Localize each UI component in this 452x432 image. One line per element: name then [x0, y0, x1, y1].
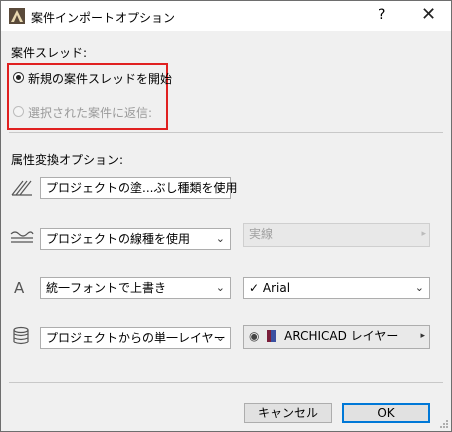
close-button[interactable]: ✕	[421, 4, 436, 25]
layer-mode-select[interactable]: プロジェクトからの単一レイヤー ⌄	[40, 327, 231, 349]
archicad-app-icon	[9, 8, 25, 24]
arrow-right-icon: ▸	[420, 331, 425, 341]
chevron-down-icon: ⌄	[414, 281, 424, 294]
eye-icon: ◉	[249, 329, 260, 343]
chevron-down-icon: ⌄	[215, 331, 225, 344]
layer-value: ARCHICAD レイヤー	[284, 329, 399, 343]
fill-type-select[interactable]: プロジェクトの塗...ぶし種類を使用 ⌄	[40, 177, 237, 199]
font-icon: A	[14, 279, 25, 297]
font-value: Arial	[262, 281, 291, 295]
chevron-down-icon: ⌄	[215, 281, 225, 294]
conversion-heading: 属性変換オプション:	[11, 153, 124, 167]
thread-heading: 案件スレッド:	[11, 46, 88, 60]
new-thread-label[interactable]: 新規の案件スレッドを開始	[28, 70, 172, 87]
new-thread-radio[interactable]	[13, 72, 24, 83]
arrow-right-icon: ▸	[421, 229, 426, 239]
dialog-title: 案件インポートオプション	[31, 11, 176, 25]
layers-icon	[13, 326, 29, 345]
font-select[interactable]: ✓ Arial ⌄	[243, 277, 430, 299]
font-mode-select[interactable]: 統一フォントで上書き ⌄	[40, 277, 231, 299]
line-style-select: 実線 ▸	[243, 223, 430, 247]
chevron-down-icon: ⌄	[215, 232, 225, 245]
reply-thread-label: 選択された案件に返信:	[28, 106, 153, 120]
cancel-button[interactable]: キャンセル	[244, 403, 332, 423]
resize-grip-icon[interactable]	[439, 419, 449, 429]
help-button[interactable]: ?	[378, 7, 385, 23]
check-icon: ✓	[249, 281, 260, 295]
chevron-down-icon: ⌄	[215, 181, 225, 194]
title-bar: 案件インポートオプション ? ✕	[1, 1, 451, 31]
import-options-dialog: 案件インポートオプション ? ✕ 案件スレッド: 新規の案件スレッドを開始 選択…	[0, 0, 452, 432]
ok-button[interactable]: OK	[342, 403, 430, 423]
reply-thread-radio	[13, 106, 24, 117]
layer-select[interactable]: ◉ ARCHICAD レイヤー ▸	[243, 325, 430, 349]
layer-swatch-icon	[267, 330, 277, 342]
bottom-divider	[9, 382, 443, 383]
line-type-select[interactable]: プロジェクトの線種を使用 ⌄	[40, 228, 231, 250]
fill-hatch-icon	[11, 180, 32, 196]
line-type-icon	[10, 231, 34, 243]
section-divider	[9, 132, 443, 133]
